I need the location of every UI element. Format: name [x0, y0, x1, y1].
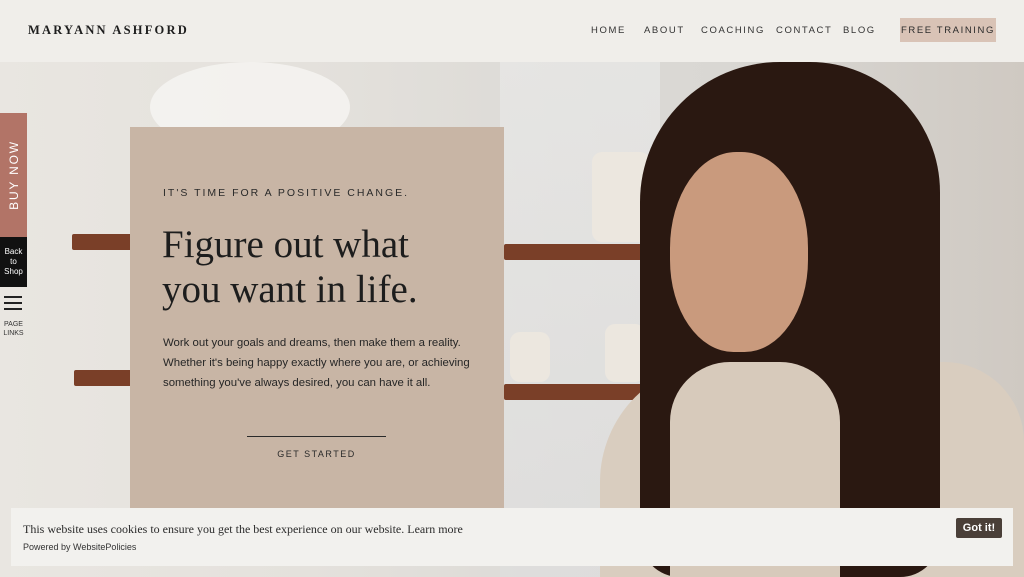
button-rule: [247, 436, 386, 437]
free-training-button[interactable]: FREE TRAINING: [900, 18, 996, 42]
get-started-button[interactable]: GET STARTED: [247, 449, 386, 459]
nav-about[interactable]: ABOUT: [644, 25, 685, 36]
hero-headline: Figure out what you want in life.: [162, 222, 482, 312]
jar-blur-small-2: [605, 324, 645, 382]
cookie-banner: This website uses cookies to ensure you …: [11, 508, 1013, 566]
hero-body: Work out your goals and dreams, then mak…: [163, 337, 470, 389]
cookie-message-text: This website uses cookies to ensure you …: [23, 522, 408, 536]
menu-icon[interactable]: [4, 296, 22, 314]
nav-coaching[interactable]: COACHING: [701, 25, 765, 36]
page-links-line-1: PAGE: [4, 321, 23, 328]
cookie-message: This website uses cookies to ensure you …: [23, 522, 463, 537]
buy-now-label: BUY NOW: [6, 140, 21, 210]
face: [670, 152, 808, 352]
back-line-2: to: [10, 257, 17, 266]
nav-home[interactable]: HOME: [591, 25, 626, 36]
headline-line-1: Figure out what: [162, 223, 409, 266]
site-logo[interactable]: MARYANN ASHFORD: [28, 23, 189, 38]
shelf-right-lower: [504, 384, 654, 400]
cookie-powered-by[interactable]: Powered by WebsitePolicies: [23, 542, 136, 552]
site-header: MARYANN ASHFORD HOME ABOUT COACHING CONT…: [0, 0, 1024, 62]
nav-contact[interactable]: CONTACT: [776, 25, 832, 36]
learn-more-link[interactable]: Learn more: [407, 522, 463, 536]
shelf-left-upper: [72, 234, 132, 250]
back-to-shop-button[interactable]: Back to Shop: [0, 237, 27, 287]
page-links-button[interactable]: PAGE LINKS: [0, 320, 27, 338]
hero-eyebrow: IT'S TIME FOR A POSITIVE CHANGE.: [163, 187, 410, 199]
nav-blog[interactable]: BLOG: [843, 25, 876, 36]
back-line-3: Shop: [4, 267, 23, 276]
cookie-accept-button[interactable]: Got it!: [956, 518, 1002, 538]
hero-card: IT'S TIME FOR A POSITIVE CHANGE. Figure …: [130, 127, 504, 527]
headline-line-2: you want in life.: [162, 268, 418, 311]
shelf-left-lower: [74, 370, 132, 386]
jar-blur-small: [510, 332, 550, 382]
back-line-1: Back: [4, 247, 23, 256]
page-links-line-2: LINKS: [3, 330, 24, 337]
buy-now-tab[interactable]: BUY NOW: [0, 113, 27, 237]
